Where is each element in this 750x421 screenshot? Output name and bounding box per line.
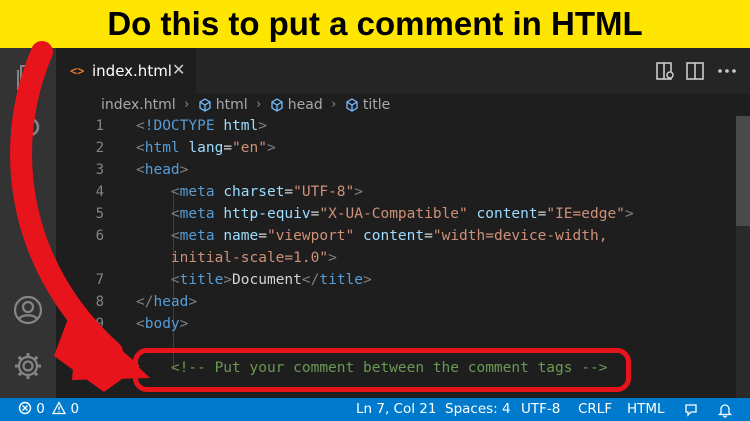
notifications-bell-icon[interactable]	[717, 402, 733, 418]
warning-icon	[52, 401, 67, 415]
indentation-setting[interactable]: Spaces: 4	[445, 398, 511, 421]
cursor-position[interactable]: Ln 7, Col 21	[356, 398, 436, 421]
red-arrow-icon	[10, 41, 150, 392]
error-icon	[18, 401, 32, 415]
problems-indicator[interactable]: 0 0	[18, 398, 79, 421]
encoding-setting[interactable]: UTF-8	[521, 398, 560, 421]
error-count: 0	[36, 401, 45, 417]
status-bar: 0 0 Ln 7, Col 21 Spaces: 4 UTF-8 CRLF HT…	[0, 398, 750, 421]
warning-count: 0	[70, 401, 80, 417]
eol-setting[interactable]: CRLF	[578, 398, 612, 421]
feedback-icon[interactable]	[683, 402, 699, 418]
language-mode[interactable]: HTML	[627, 398, 665, 421]
